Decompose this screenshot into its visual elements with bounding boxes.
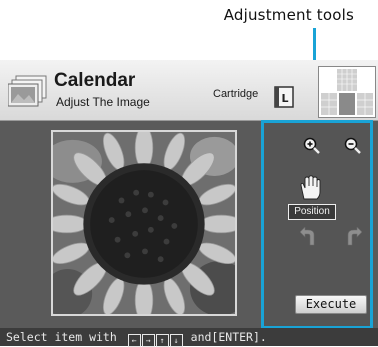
status-prefix: Select item with [6, 330, 117, 344]
cartridge-letter: L [281, 92, 288, 105]
down-arrow-key-icon: ↓ [169, 334, 183, 347]
calendar-stack-icon [8, 75, 47, 107]
callout-label: Adjustment tools [223, 6, 354, 24]
up-arrow-key-icon: ↑ [155, 334, 169, 347]
status-bar: Select item with ← → ↑ ↓ and[ENTER]. [0, 328, 378, 347]
left-arrow-key-icon: ← [127, 334, 141, 347]
execute-button[interactable]: Execute [295, 295, 367, 314]
position-label[interactable]: Position [288, 204, 336, 220]
screen: Calendar Adjust The Image Cartridge L Po… [0, 60, 378, 347]
page-title: Calendar [54, 70, 136, 91]
hand-icon[interactable] [298, 175, 322, 201]
rotate-left-icon[interactable] [300, 227, 318, 247]
adjustment-tools-panel: Position Execute [261, 120, 373, 329]
rotate-right-icon[interactable] [344, 227, 362, 247]
page-subtitle: Adjust The Image [56, 95, 150, 109]
cartridge-label: Cartridge [213, 88, 259, 100]
layout-thumbnail [318, 66, 376, 118]
status-suffix: and[ENTER]. [190, 330, 267, 344]
cartridge-icon: L [274, 86, 294, 108]
right-arrow-key-icon: → [141, 334, 155, 347]
photo-preview[interactable] [51, 130, 237, 316]
header: Calendar Adjust The Image Cartridge L [0, 60, 378, 121]
zoom-out-icon[interactable] [344, 137, 362, 155]
zoom-in-icon[interactable] [303, 137, 321, 155]
